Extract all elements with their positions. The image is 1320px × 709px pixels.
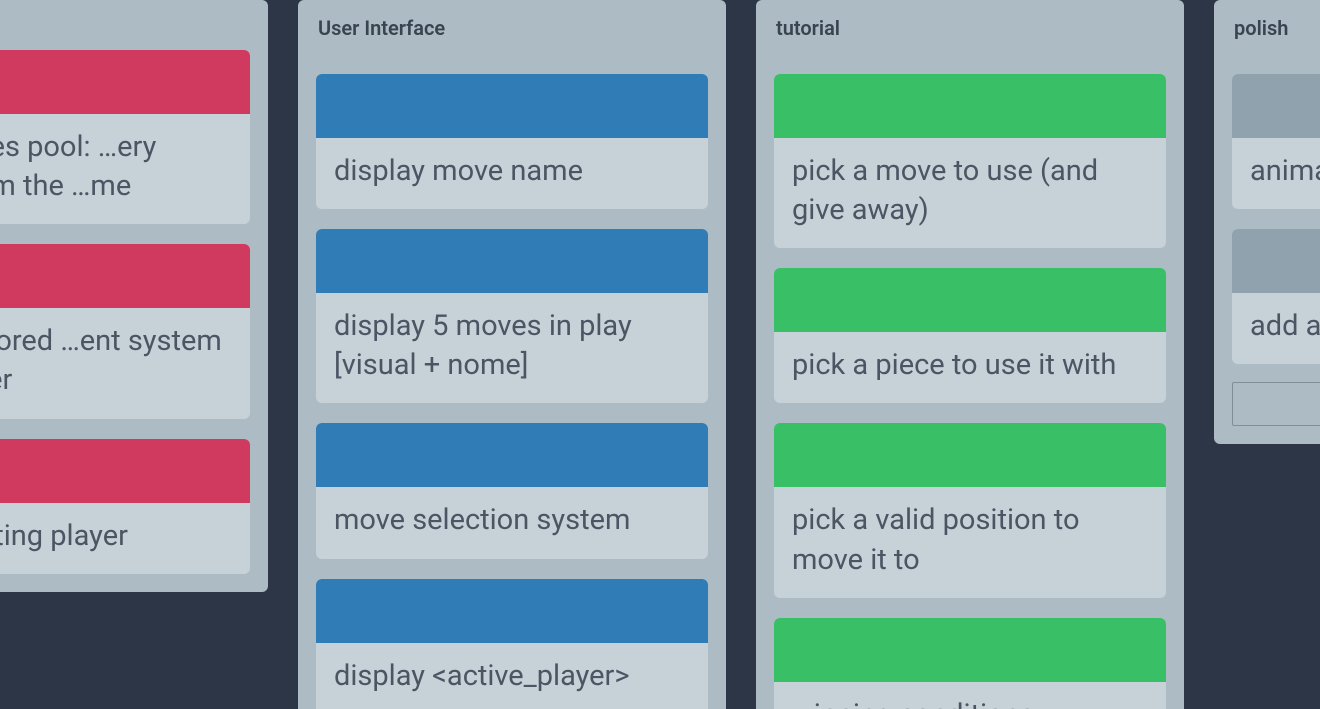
- card-label-color: [316, 423, 708, 487]
- card[interactable]: winning conditions: [774, 618, 1166, 709]
- card[interactable]: pick a piece to use it with: [774, 268, 1166, 403]
- card-text: add a came… button: [1232, 293, 1320, 364]
- card[interactable]: display move name: [316, 74, 708, 209]
- card[interactable]: move selection system: [316, 423, 708, 558]
- list-title: tutorial: [756, 0, 1184, 56]
- card-text: display 5 moves in play [visual + nome]: [316, 293, 708, 403]
- card-text: …ent starting player: [0, 503, 250, 574]
- card-text: winning conditions: [774, 682, 1166, 709]
- card-container: animate se… rotate ∞? add a came… button: [1214, 56, 1320, 382]
- list-column: polish animate se… rotate ∞? add a came……: [1214, 0, 1320, 444]
- card-text: animate se… rotate ∞?: [1232, 138, 1320, 209]
- card[interactable]: …ent mirrored …ent system for the …er: [0, 244, 250, 418]
- card[interactable]: pick a move to use (and give away): [774, 74, 1166, 248]
- card-text: display <active_player>: [316, 643, 708, 709]
- card-text: …ent mirrored …ent system for the …er: [0, 308, 250, 418]
- card-label-color: [774, 618, 1166, 682]
- card[interactable]: …he moves pool: …ery move from the …me: [0, 50, 250, 224]
- card[interactable]: …ent starting player: [0, 439, 250, 574]
- card[interactable]: display 5 moves in play [visual + nome]: [316, 229, 708, 403]
- list-column: …he moves pool: …ery move from the …me ……: [0, 0, 268, 592]
- card-label-color: [1232, 229, 1320, 293]
- card-label-color: [0, 244, 250, 308]
- card-text: pick a valid position to move it to: [774, 487, 1166, 597]
- card-label-color: [316, 229, 708, 293]
- card-label-color: [774, 423, 1166, 487]
- card[interactable]: pick a valid position to move it to: [774, 423, 1166, 597]
- kanban-board: …he moves pool: …ery move from the …me ……: [0, 0, 1320, 709]
- list-title: User Interface: [298, 0, 726, 56]
- card-label-color: [316, 579, 708, 643]
- list-column: tutorial pick a move to use (and give aw…: [756, 0, 1184, 709]
- list-column: User Interface display move name display…: [298, 0, 726, 709]
- card-label-color: [774, 268, 1166, 332]
- card-text: pick a move to use (and give away): [774, 138, 1166, 248]
- card-text: pick a piece to use it with: [774, 332, 1166, 403]
- card-label-color: [0, 50, 250, 114]
- card-text: display move name: [316, 138, 708, 209]
- card[interactable]: display <active_player>: [316, 579, 708, 709]
- card-label-color: [1232, 74, 1320, 138]
- add-card-button[interactable]: A…: [1232, 382, 1320, 426]
- card-label-color: [316, 74, 708, 138]
- card[interactable]: add a came… button: [1232, 229, 1320, 364]
- card-label-color: [774, 74, 1166, 138]
- card-text: move selection system: [316, 487, 708, 558]
- card-container: …he moves pool: …ery move from the …me ……: [0, 32, 268, 592]
- card-text: …he moves pool: …ery move from the …me: [0, 114, 250, 224]
- card-container: pick a move to use (and give away) pick …: [756, 56, 1184, 709]
- list-title: polish: [1214, 0, 1320, 56]
- list-title: [0, 0, 268, 32]
- card-label-color: [0, 439, 250, 503]
- card-container: display move name display 5 moves in pla…: [298, 56, 726, 709]
- card[interactable]: animate se… rotate ∞?: [1232, 74, 1320, 209]
